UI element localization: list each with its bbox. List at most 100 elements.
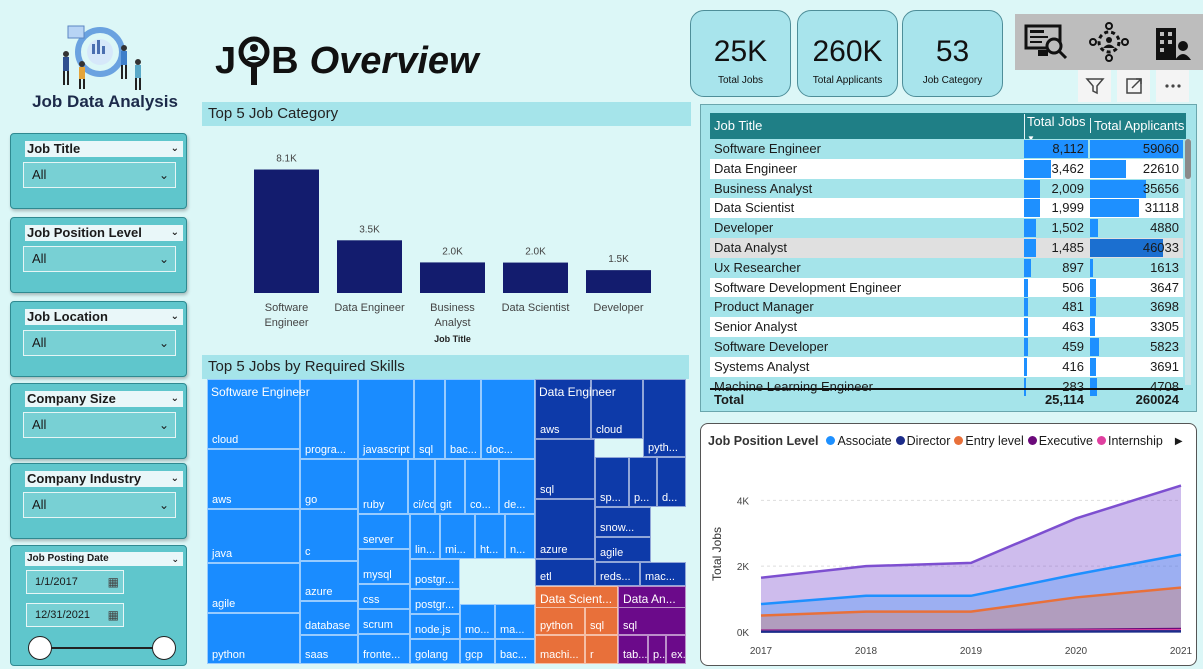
- calendar-icon[interactable]: ▦: [108, 571, 119, 593]
- table-row[interactable]: Software Engineer 8,112 59060: [710, 139, 1183, 159]
- table-row[interactable]: Data Scientist 1,999 31118: [710, 198, 1183, 219]
- treemap-cell-software-engineer[interactable]: ci/cd: [408, 459, 435, 514]
- slicer-dropdown[interactable]: All ⌄: [23, 492, 176, 518]
- slicer-header[interactable]: Job Location ⌄: [25, 309, 183, 325]
- treemap-cell-software-engineer[interactable]: lin...: [410, 514, 440, 559]
- header-job-title[interactable]: Job Title: [714, 118, 762, 133]
- treemap-cell-software-engineer[interactable]: sql: [414, 379, 445, 459]
- table-row[interactable]: Senior Analyst 463 3305: [710, 317, 1183, 338]
- slicer-header[interactable]: Company Industry ⌄: [25, 471, 183, 487]
- treemap-cell-data-analyst[interactable]: tab...: [618, 635, 648, 664]
- slicer-dropdown[interactable]: All ⌄: [23, 330, 176, 356]
- treemap-cell-software-engineer[interactable]: ht...: [475, 514, 505, 559]
- table-row[interactable]: Data Engineer 3,462 22610: [710, 158, 1183, 179]
- treemap-cell-data-scientist[interactable]: r: [585, 635, 618, 664]
- table-row[interactable]: Software Developer 459 5823: [710, 337, 1183, 357]
- treemap-cell-software-engineer[interactable]: python: [207, 613, 300, 664]
- legend-item-director[interactable]: Director: [895, 434, 950, 448]
- treemap-cell-software-engineer[interactable]: go: [300, 459, 358, 509]
- treemap-cell-software-engineer[interactable]: ma...: [495, 604, 535, 639]
- legend-item-associate[interactable]: Associate: [826, 434, 892, 448]
- legend-item-executive[interactable]: Executive: [1027, 434, 1093, 448]
- legend-next-arrow-icon[interactable]: ▶: [1175, 436, 1183, 447]
- treemap-cell-software-engineer[interactable]: aws: [207, 449, 300, 509]
- treemap-cell-data-engineer[interactable]: sp...: [595, 457, 629, 507]
- job-search-icon[interactable]: [1023, 21, 1069, 63]
- treemap-cell-software-engineer[interactable]: mysql: [358, 549, 410, 584]
- table-row[interactable]: Developer 1,502 4880: [710, 218, 1183, 239]
- treemap-cell-software-engineer[interactable]: de...: [499, 459, 535, 514]
- treemap-cell-software-engineer[interactable]: postgr...: [410, 589, 460, 614]
- treemap-cell-data-analyst[interactable]: p...: [648, 635, 666, 664]
- more-options-icon[interactable]: [1156, 70, 1189, 102]
- legend-item-internship[interactable]: Internship: [1096, 434, 1163, 448]
- treemap-cell-software-engineer[interactable]: database: [300, 601, 358, 635]
- treemap-cell-software-engineer[interactable]: agile: [207, 563, 300, 613]
- company-building-icon[interactable]: [1149, 21, 1195, 63]
- treemap-cell-software-engineer[interactable]: azure: [300, 561, 358, 601]
- treemap-cell-software-engineer[interactable]: doc...: [481, 379, 535, 459]
- range-end-handle[interactable]: [152, 636, 176, 660]
- treemap-group-software-engineer[interactable]: Software Engineer: [207, 379, 407, 399]
- slicer-dropdown[interactable]: All ⌄: [23, 246, 176, 272]
- table-row[interactable]: Software Development Engineer 506 3647: [710, 277, 1183, 298]
- treemap-cell-software-engineer[interactable]: co...: [465, 459, 499, 514]
- table-row[interactable]: Ux Researcher 897 1613: [710, 257, 1183, 278]
- header-total-applicants[interactable]: Total Applicants: [1090, 118, 1184, 133]
- treemap-group-data-engineer[interactable]: Data Engineer: [535, 379, 655, 399]
- treemap-cell-data-engineer[interactable]: sql: [535, 439, 595, 499]
- slicer-header[interactable]: Company Size ⌄: [25, 391, 183, 407]
- table-row[interactable]: Systems Analyst 416 3691: [710, 356, 1183, 377]
- treemap-cell-software-engineer[interactable]: bac...: [495, 639, 535, 664]
- treemap-cell-software-engineer[interactable]: node.js: [410, 614, 460, 639]
- table-row[interactable]: Product Manager 481 3698: [710, 297, 1183, 318]
- treemap-cell-data-scientist[interactable]: machi...: [535, 635, 585, 664]
- treemap-cell-data-engineer[interactable]: p...: [629, 457, 657, 507]
- filter-icon[interactable]: [1078, 70, 1111, 102]
- treemap-cell-software-engineer[interactable]: server: [358, 514, 410, 549]
- treemap-cell-software-engineer[interactable]: c: [300, 509, 358, 561]
- table-row[interactable]: Business Analyst 2,009 35656: [710, 178, 1183, 199]
- treemap-cell-label: aws: [212, 494, 232, 506]
- calendar-icon[interactable]: ▦: [108, 604, 119, 626]
- treemap-cell-software-engineer[interactable]: gcp: [460, 639, 495, 664]
- treemap-cell-software-engineer[interactable]: scrum: [358, 609, 410, 634]
- range-start-handle[interactable]: [28, 636, 52, 660]
- slicer-header[interactable]: Job Title ⌄: [25, 141, 183, 157]
- treemap-cell-software-engineer[interactable]: bac...: [445, 379, 481, 459]
- treemap-cell-data-scientist[interactable]: sql: [585, 607, 618, 635]
- people-network-icon[interactable]: [1086, 21, 1132, 63]
- scrollbar-thumb[interactable]: [1185, 139, 1191, 179]
- end-date-input[interactable]: 12/31/2021 ▦: [26, 603, 124, 627]
- slicer-header[interactable]: Job Posting Date ⌄: [25, 552, 183, 566]
- treemap-cell-software-engineer[interactable]: git: [435, 459, 465, 514]
- treemap-cell-software-engineer[interactable]: mo...: [460, 604, 495, 639]
- treemap-cell-data-engineer[interactable]: azure: [535, 499, 595, 559]
- treemap-cell-software-engineer[interactable]: saas: [300, 635, 358, 664]
- focus-mode-icon[interactable]: [1117, 70, 1150, 102]
- treemap-cell-software-engineer[interactable]: ruby: [358, 459, 408, 514]
- table-row[interactable]: Data Analyst 1,485 46033: [710, 238, 1183, 258]
- legend-item-entry-level[interactable]: Entry level: [954, 434, 1024, 448]
- treemap-cell-data-analyst[interactable]: ex...: [666, 635, 686, 664]
- slicer-dropdown[interactable]: All ⌄: [23, 412, 176, 438]
- slicer-header[interactable]: Job Position Level ⌄: [25, 225, 183, 241]
- treemap-cell-data-engineer[interactable]: reds...: [595, 562, 640, 586]
- treemap-cell-software-engineer[interactable]: postgr...: [410, 559, 460, 589]
- bar-0: [254, 169, 319, 293]
- slicer-dropdown[interactable]: All ⌄: [23, 162, 176, 188]
- treemap-cell-data-engineer[interactable]: etl: [535, 559, 595, 586]
- treemap-cell-data-engineer[interactable]: agile: [595, 537, 651, 562]
- treemap-cell-software-engineer[interactable]: golang: [410, 639, 460, 664]
- start-date-input[interactable]: 1/1/2017 ▦: [26, 570, 124, 594]
- treemap-cell-software-engineer[interactable]: css: [358, 584, 410, 609]
- treemap-cell-software-engineer[interactable]: fronte...: [358, 634, 410, 664]
- treemap-cell-data-engineer[interactable]: d...: [657, 457, 686, 507]
- treemap-cell-software-engineer[interactable]: mi...: [440, 514, 475, 559]
- treemap-cell-data-analyst[interactable]: sql: [618, 607, 686, 635]
- treemap-cell-data-engineer[interactable]: snow...: [595, 507, 651, 537]
- treemap-cell-data-engineer[interactable]: mac...: [640, 562, 686, 586]
- treemap-cell-data-scientist[interactable]: python: [535, 607, 585, 635]
- treemap-cell-software-engineer[interactable]: n...: [505, 514, 535, 559]
- treemap-cell-software-engineer[interactable]: java: [207, 509, 300, 563]
